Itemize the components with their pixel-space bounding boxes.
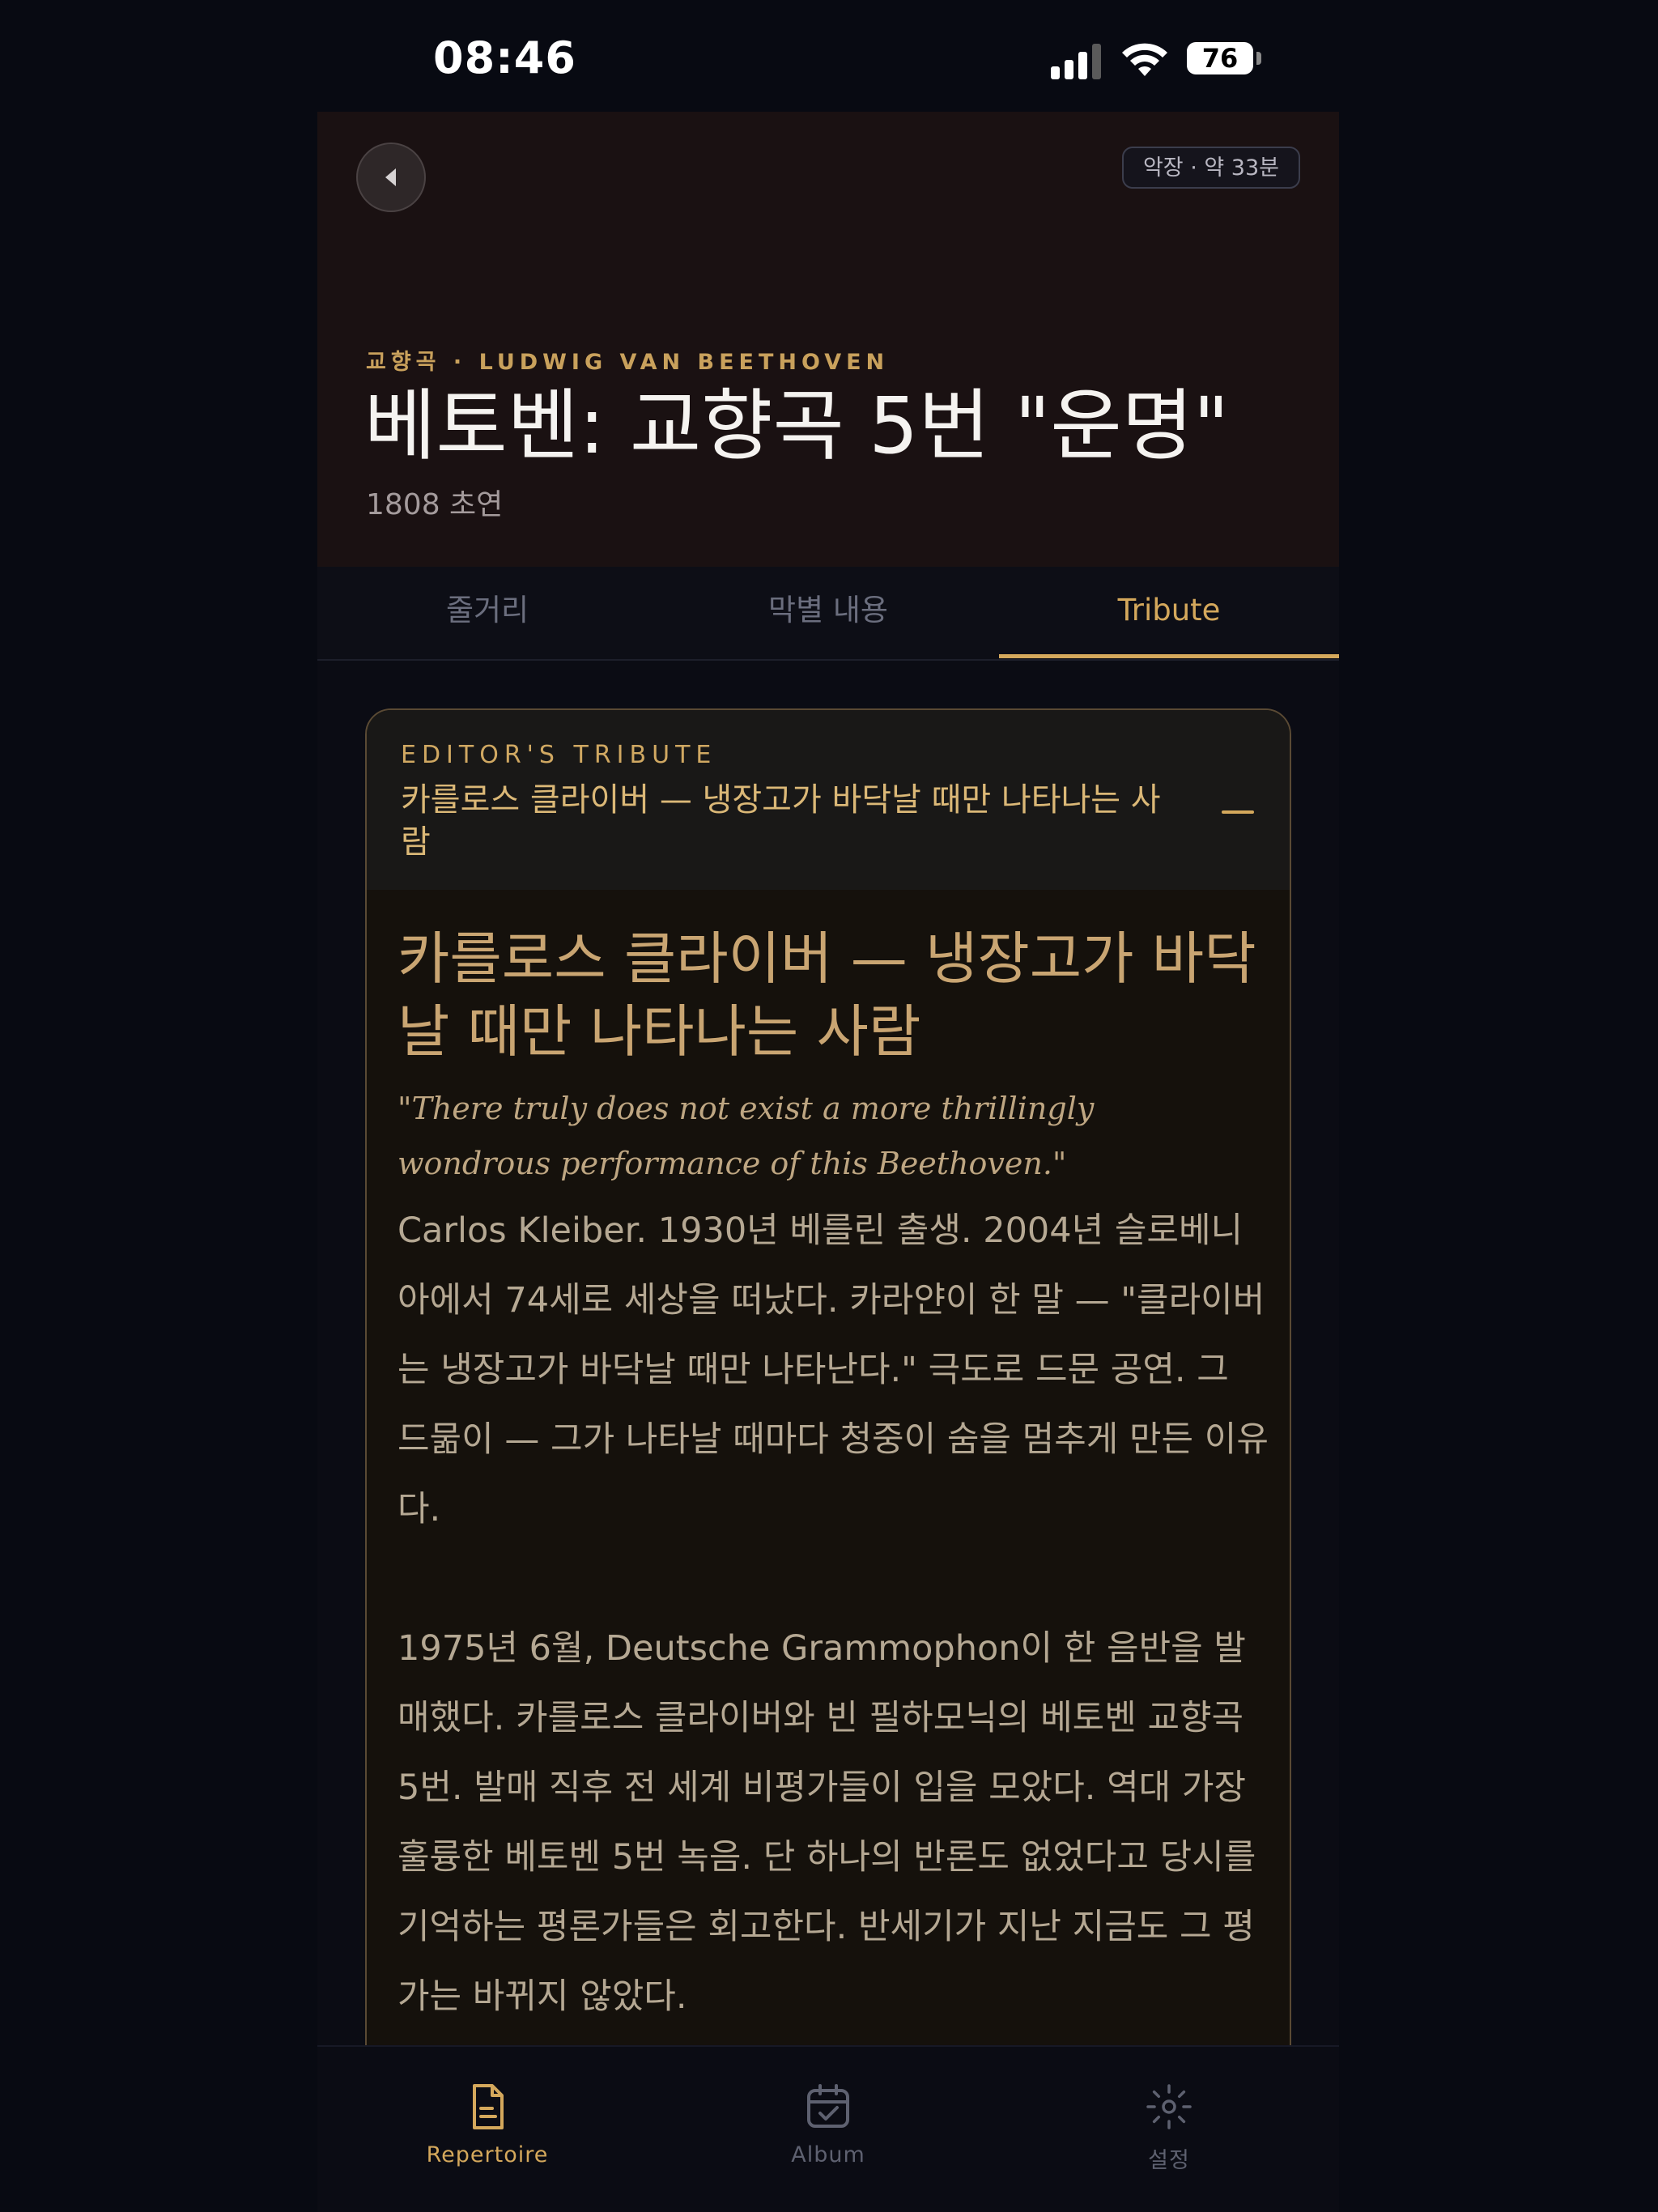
nav-label: 설정 [1148, 2148, 1190, 2173]
nav-repertoire[interactable]: Repertoire [317, 2047, 657, 2212]
tribute-quote: "There truly does not exist a more thril… [397, 1091, 1095, 1181]
wifi-icon [1122, 43, 1167, 76]
cellular-signal-icon [1051, 44, 1101, 79]
back-button[interactable] [356, 143, 426, 212]
composer-kicker: 교향곡 · LUDWIG VAN BEETHOVEN [366, 350, 890, 375]
tribute-card-header[interactable]: EDITOR'S TRIBUTE 카를로스 클라이버 — 냉장고가 바닥날 때만… [367, 710, 1290, 890]
battery-icon: 76 [1187, 42, 1253, 74]
status-icons: 76 [1049, 39, 1268, 83]
tab-bar: 줄거리 막별 내용 Tribute [317, 567, 1339, 661]
tab-tribute[interactable]: Tribute [999, 567, 1339, 659]
premiere-year: 1808 초연 [366, 488, 504, 521]
tab-synopsis[interactable]: 줄거리 [317, 567, 657, 659]
tribute-paragraph: 1975년 6월, Deutsche Grammophon이 한 음반을 발매했… [397, 1628, 1256, 2017]
tribute-header-title: 카를로스 클라이버 — 냉장고가 바닥날 때만 나타나는 사람 [401, 781, 1161, 861]
status-time: 08:46 [433, 32, 576, 83]
tribute-paragraph: Carlos Kleiber. 1930년 베를린 출생. 2004년 슬로베니… [397, 1210, 1269, 1529]
collapse-icon[interactable] [1222, 810, 1254, 814]
nav-settings[interactable]: 설정 [999, 2047, 1339, 2212]
nav-album[interactable]: Album [658, 2047, 998, 2212]
page-title: 베토벤: 교향곡 5번 "운명" [364, 381, 1230, 471]
tribute-title: 카를로스 클라이버 — 냉장고가 바닥날 때만 나타나는 사람 [397, 925, 1256, 1065]
tribute-kicker: EDITOR'S TRIBUTE [401, 741, 717, 769]
active-tab-indicator [999, 654, 1339, 658]
document-icon [473, 2084, 504, 2129]
app-screen: 악장 · 약 33분 교향곡 · LUDWIG VAN BEETHOVEN 베토… [317, 112, 1339, 2212]
battery-cap [1256, 52, 1261, 65]
chevron-left-icon [385, 168, 396, 186]
duration-badge: 악장 · 약 33분 [1121, 147, 1300, 189]
tribute-body: Carlos Kleiber. 1930년 베를린 출생. 2004년 슬로베니… [397, 1196, 1269, 2101]
tab-acts[interactable]: 막별 내용 [658, 567, 998, 659]
nav-label: Repertoire [426, 2142, 549, 2167]
gear-icon [1146, 2084, 1192, 2129]
nav-label: Album [791, 2142, 865, 2167]
hero-header: 악장 · 약 33분 교향곡 · LUDWIG VAN BEETHOVEN 베토… [317, 112, 1339, 567]
calendar-check-icon [807, 2084, 849, 2128]
tribute-card: EDITOR'S TRIBUTE 카를로스 클라이버 — 냉장고가 바닥날 때만… [365, 708, 1291, 2212]
bottom-navigation: Repertoire Album 설정 [317, 2045, 1339, 2212]
